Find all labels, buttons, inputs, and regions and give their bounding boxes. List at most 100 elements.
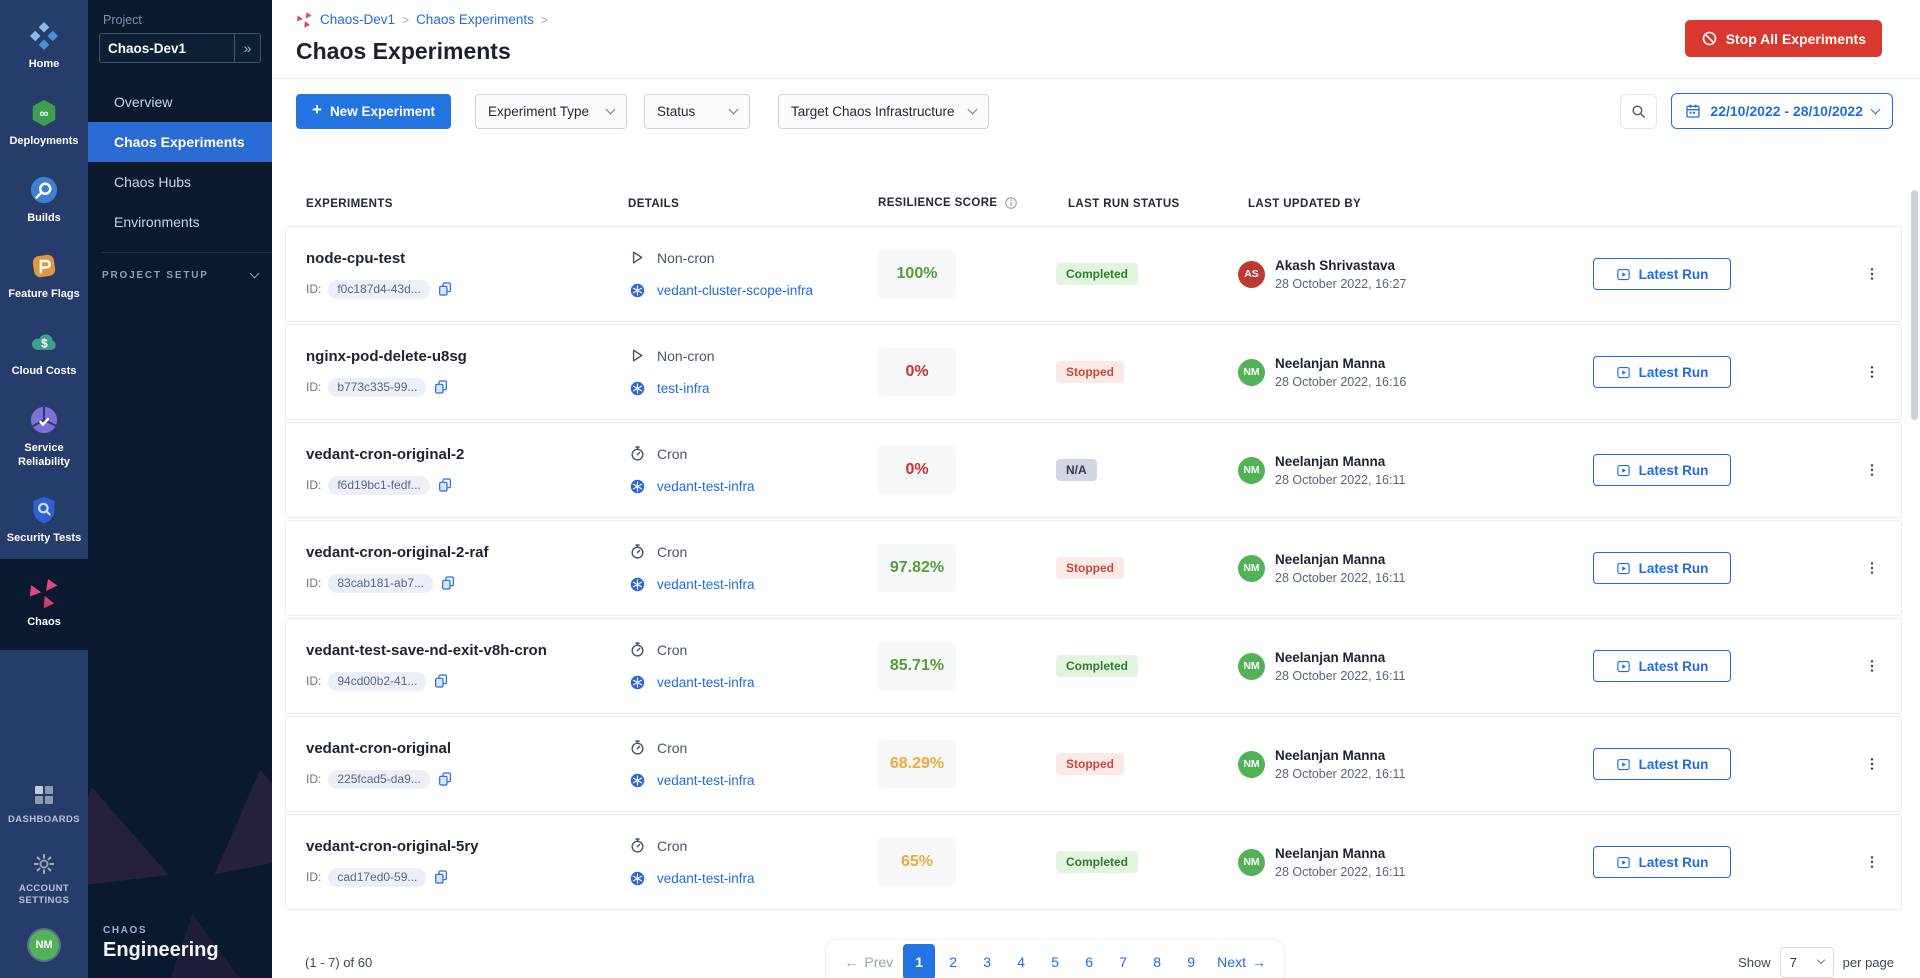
rail-item-service-reliability[interactable]: Service Reliability (0, 392, 88, 483)
kubernetes-infra-icon (629, 772, 646, 789)
rail-item-account-settings[interactable]: ACCOUNT SETTINGS (0, 839, 88, 920)
row-menu-button[interactable] (1843, 655, 1901, 677)
page-button[interactable]: 9 (1175, 944, 1207, 978)
copy-icon[interactable] (437, 771, 453, 787)
rail-item-cloud-costs[interactable]: $ Cloud Costs (0, 315, 88, 392)
service-reliability-icon (29, 405, 59, 435)
row-menu-button[interactable] (1843, 753, 1901, 775)
copy-icon[interactable] (437, 477, 453, 493)
prev-page-button[interactable]: ←Prev (836, 944, 901, 978)
kubernetes-infra-icon (629, 870, 646, 887)
row-menu-button[interactable] (1843, 361, 1901, 383)
page-title: Chaos Experiments (296, 38, 511, 65)
experiment-name[interactable]: vedant-test-save-nd-exit-v8h-cron (306, 642, 608, 659)
per-page-select[interactable]: 7 (1780, 947, 1834, 978)
vertical-scrollbar[interactable] (1911, 190, 1918, 420)
page-button[interactable]: 8 (1141, 944, 1173, 978)
rail-item-home[interactable]: Home (0, 8, 88, 85)
breadcrumb-project-link[interactable]: Chaos-Dev1 (320, 12, 395, 27)
page-button[interactable]: 7 (1107, 944, 1139, 978)
next-page-button[interactable]: Next→ (1209, 944, 1274, 978)
menu-item-environments[interactable]: Environments (88, 202, 272, 242)
avatar: NM (1238, 457, 1265, 484)
date-range-picker[interactable]: 22/10/2022 - 28/10/2022 (1671, 93, 1893, 129)
experiment-name[interactable]: vedant-cron-original-2-raf (306, 544, 608, 561)
infrastructure-link[interactable]: test-infra (657, 381, 710, 396)
copy-icon[interactable] (433, 379, 449, 395)
copy-icon[interactable] (433, 869, 449, 885)
target-infrastructure-filter[interactable]: Target Chaos Infrastructure (778, 94, 989, 129)
run-play-icon (1616, 463, 1631, 478)
infrastructure-link[interactable]: vedant-test-infra (657, 675, 755, 690)
search-button[interactable] (1620, 94, 1657, 129)
infrastructure-link[interactable]: vedant-test-infra (657, 479, 755, 494)
row-menu-button[interactable] (1843, 557, 1901, 579)
info-icon[interactable] (1004, 196, 1018, 210)
page-button[interactable]: 4 (1005, 944, 1037, 978)
infrastructure-link[interactable]: vedant-test-infra (657, 871, 755, 886)
rail-item-feature-flags[interactable]: Feature Flags (0, 238, 88, 315)
latest-run-button[interactable]: Latest Run (1593, 846, 1731, 878)
play-icon (629, 249, 646, 266)
page-button[interactable]: 1 (903, 944, 935, 978)
new-experiment-button[interactable]: + New Experiment (296, 94, 451, 129)
copy-icon[interactable] (437, 281, 453, 297)
page-button[interactable]: 6 (1073, 944, 1105, 978)
infrastructure-link[interactable]: vedant-test-infra (657, 773, 755, 788)
latest-run-button[interactable]: Latest Run (1593, 552, 1731, 584)
latest-run-button[interactable]: Latest Run (1593, 454, 1731, 486)
experiment-name[interactable]: vedant-cron-original-5ry (306, 838, 608, 855)
row-menu-button[interactable] (1843, 851, 1901, 873)
kubernetes-infra-icon (629, 282, 646, 299)
chevron-down-icon (1816, 956, 1824, 964)
user-avatar[interactable]: NM (29, 930, 59, 960)
project-setup-toggle[interactable]: PROJECT SETUP (102, 270, 258, 281)
run-play-icon (1616, 561, 1631, 576)
chaos-module-icon (28, 577, 60, 609)
menu-item-chaos-hubs[interactable]: Chaos Hubs (88, 162, 272, 202)
latest-run-button[interactable]: Latest Run (1593, 356, 1731, 388)
copy-icon[interactable] (433, 673, 449, 689)
experiment-row: vedant-cron-original-5ry ID: cad17ed0-59… (285, 814, 1902, 910)
experiment-name[interactable]: node-cpu-test (306, 250, 608, 267)
rail-item-security-tests[interactable]: Security Tests (0, 482, 88, 559)
latest-run-button[interactable]: Latest Run (1593, 650, 1731, 682)
latest-run-button[interactable]: Latest Run (1593, 748, 1731, 780)
rail-item-dashboards[interactable]: DASHBOARDS (0, 770, 88, 839)
experiment-name[interactable]: vedant-cron-original (306, 740, 608, 757)
row-menu-button[interactable] (1843, 459, 1901, 481)
svg-text:∞: ∞ (40, 106, 49, 120)
menu-item-overview[interactable]: Overview (88, 82, 272, 122)
updated-by-name: Neelanjan Manna (1275, 748, 1405, 763)
schedule-type: Cron (657, 838, 687, 854)
updated-date: 28 October 2022, 16:11 (1275, 865, 1405, 879)
chaos-logo-icon (296, 11, 313, 28)
main-content: Chaos-Dev1 > Chaos Experiments > Chaos E… (272, 0, 1920, 978)
schedule-type: Non-cron (657, 348, 715, 364)
updated-date: 28 October 2022, 16:16 (1275, 375, 1406, 389)
rail-item-chaos[interactable]: Chaos (0, 559, 88, 650)
experiment-name[interactable]: nginx-pod-delete-u8sg (306, 348, 608, 365)
row-menu-button[interactable] (1843, 263, 1901, 285)
page-button[interactable]: 3 (971, 944, 1003, 978)
avatar: NM (1238, 653, 1265, 680)
infrastructure-link[interactable]: vedant-cluster-scope-infra (657, 283, 813, 298)
experiment-type-filter[interactable]: Experiment Type (475, 94, 627, 129)
breadcrumb-experiments-link[interactable]: Chaos Experiments (416, 12, 534, 27)
status-filter[interactable]: Status (644, 94, 750, 129)
rail-item-builds[interactable]: Builds (0, 162, 88, 239)
pagination-summary: (1 - 7) of 60 (285, 955, 372, 970)
chevron-down-icon (967, 104, 977, 114)
rail-item-deployments[interactable]: ∞ Deployments (0, 85, 88, 162)
page-button[interactable]: 2 (937, 944, 969, 978)
copy-icon[interactable] (440, 575, 456, 591)
project-input[interactable] (100, 34, 234, 62)
infrastructure-link[interactable]: vedant-test-infra (657, 577, 755, 592)
panel-collapse-button[interactable]: » (234, 34, 260, 62)
menu-item-chaos-experiments[interactable]: Chaos Experiments (88, 122, 272, 162)
page-button[interactable]: 5 (1039, 944, 1071, 978)
stop-all-experiments-button[interactable]: Stop All Experiments (1685, 20, 1882, 57)
latest-run-button[interactable]: Latest Run (1593, 258, 1731, 290)
experiment-name[interactable]: vedant-cron-original-2 (306, 446, 608, 463)
arrow-right-icon: → (1252, 954, 1266, 970)
